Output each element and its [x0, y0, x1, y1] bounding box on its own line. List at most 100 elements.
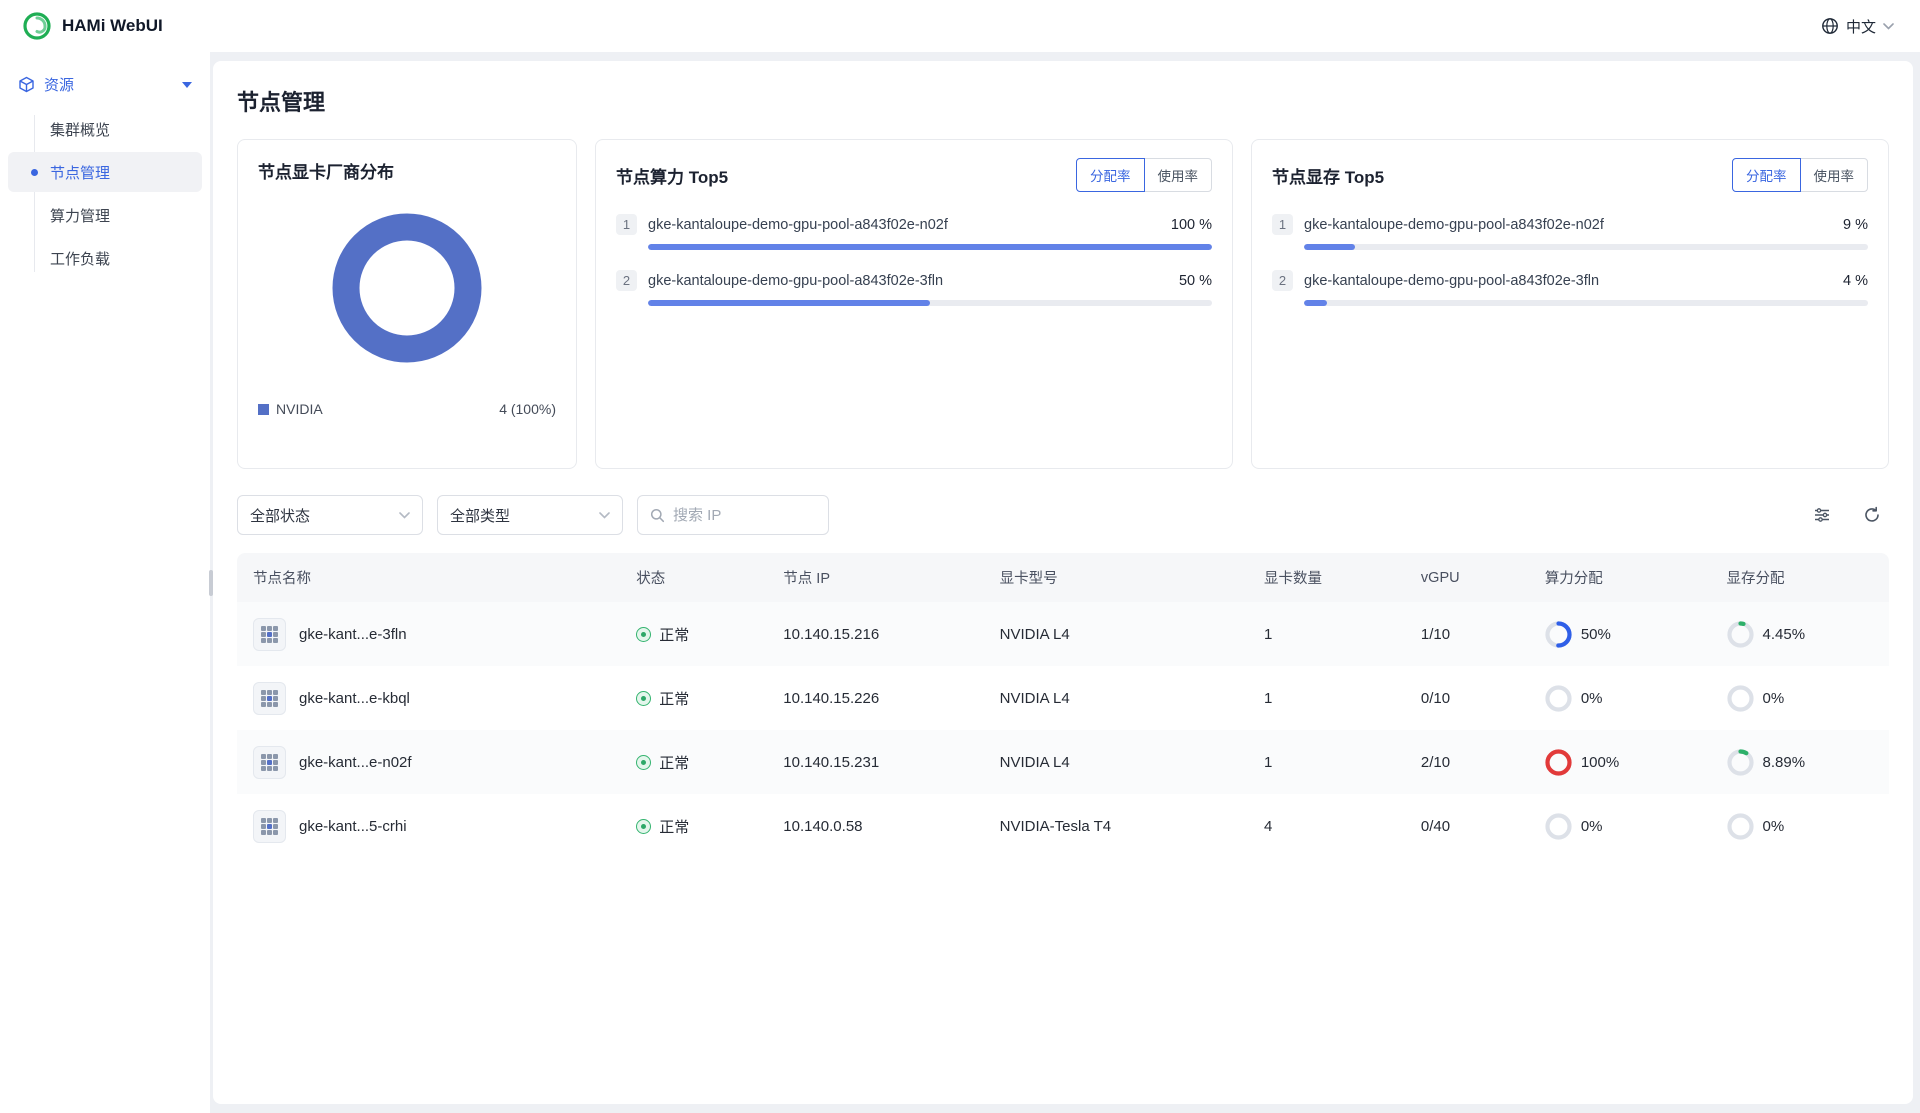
- gpu-count: 1: [1248, 690, 1405, 707]
- memory-percent: 8.89%: [1763, 754, 1806, 771]
- sidebar-item-label: 集群概览: [50, 119, 110, 140]
- node-icon: [253, 618, 286, 651]
- legend-value: 4 (100%): [499, 401, 556, 417]
- legend-swatch: [258, 404, 269, 415]
- gpu-model: NVIDIA L4: [984, 626, 1248, 643]
- main-layout: 资源 集群概览 节点管理 算力管理 工作负载: [0, 52, 1920, 1113]
- column-header: 显存分配: [1711, 553, 1889, 602]
- status-ok-icon: [636, 691, 651, 706]
- compute-metric-toggle: 分配率 使用率: [1076, 158, 1212, 192]
- node-name: gke-kantaloupe-demo-gpu-pool-a843f02e-3f…: [648, 273, 943, 289]
- sidebar-item-workloads[interactable]: 工作负载: [8, 238, 202, 278]
- toggle-usage-rate[interactable]: 使用率: [1800, 158, 1869, 192]
- vgpu-value: 1/10: [1405, 626, 1529, 643]
- compute-percent: 0%: [1581, 690, 1603, 707]
- hami-logo-icon: [22, 11, 52, 41]
- memory-percent: 0%: [1763, 818, 1785, 835]
- progress-track: [648, 300, 1212, 306]
- node-value: 4 %: [1843, 273, 1868, 289]
- status-ok-icon: [636, 819, 651, 834]
- progress-track: [1304, 300, 1868, 306]
- table-row[interactable]: gke-kant...e-kbql 正常 10.140.15.226 NVIDI…: [237, 666, 1889, 730]
- status-ok-icon: [636, 755, 651, 770]
- table-header-row: 节点名称 状态 节点 IP 显卡型号 显卡数量 vGPU 算力分配 显存分配: [237, 553, 1889, 602]
- column-settings-icon: [1813, 506, 1831, 524]
- sidebar-item-compute-management[interactable]: 算力管理: [8, 195, 202, 235]
- compute-top5-list: 1 gke-kantaloupe-demo-gpu-pool-a843f02e-…: [616, 214, 1212, 306]
- compute-percent: 100%: [1581, 754, 1619, 771]
- node-value: 9 %: [1843, 217, 1868, 233]
- chevron-down-icon: [399, 512, 410, 519]
- content-area: 节点管理 节点显卡厂商分布: [210, 52, 1920, 1113]
- node-name: gke-kant...e-kbql: [299, 690, 410, 707]
- compute-top5-card: 节点算力 Top5 分配率 使用率 1 gke-kantaloupe-demo-…: [595, 139, 1233, 469]
- sidebar-resize-handle[interactable]: [209, 570, 213, 596]
- sidebar-section-label: 资源: [44, 74, 74, 95]
- node-name: gke-kant...e-n02f: [299, 754, 412, 771]
- rank-badge: 2: [1272, 270, 1293, 291]
- status-badge: 正常: [659, 624, 689, 645]
- status-filter-select[interactable]: 全部状态: [237, 495, 423, 535]
- sidebar-section-resources[interactable]: 资源: [8, 64, 202, 105]
- progress-track: [1304, 244, 1868, 250]
- cube-icon: [18, 76, 35, 93]
- donut-legend: NVIDIA 4 (100%): [258, 401, 556, 417]
- sidebar-menu: 集群概览 节点管理 算力管理 工作负载: [8, 109, 202, 278]
- table-row[interactable]: gke-kant...e-3fln 正常 10.140.15.216 NVIDI…: [237, 602, 1889, 666]
- node-ip: 10.140.0.58: [767, 818, 983, 835]
- type-filter-select[interactable]: 全部类型: [437, 495, 623, 535]
- sidebar-item-cluster-overview[interactable]: 集群概览: [8, 109, 202, 149]
- compute-ring-chart: [1545, 813, 1572, 840]
- legend-label: NVIDIA: [276, 401, 323, 417]
- globe-icon: [1821, 17, 1839, 35]
- sidebar-item-label: 工作负载: [50, 248, 110, 269]
- app-root: HAMi WebUI 中文 资源: [0, 0, 1920, 1113]
- list-item: 2 gke-kantaloupe-demo-gpu-pool-a843f02e-…: [1272, 270, 1868, 306]
- column-header: 状态: [620, 553, 767, 602]
- search-ip-input[interactable]: [673, 507, 803, 524]
- node-ip: 10.140.15.226: [767, 690, 983, 707]
- progress-fill: [648, 300, 930, 306]
- search-box: [637, 495, 829, 535]
- progress-fill: [1304, 244, 1355, 250]
- column-header: 算力分配: [1529, 553, 1711, 602]
- list-item: 1 gke-kantaloupe-demo-gpu-pool-a843f02e-…: [616, 214, 1212, 250]
- sidebar: 资源 集群概览 节点管理 算力管理 工作负载: [0, 52, 210, 1113]
- rank-badge: 1: [616, 214, 637, 235]
- status-filter-value: 全部状态: [250, 505, 310, 526]
- table-row[interactable]: gke-kant...e-n02f 正常 10.140.15.231 NVIDI…: [237, 730, 1889, 794]
- page-title: 节点管理: [237, 85, 1889, 117]
- card-title: 节点显存 Top5: [1272, 163, 1384, 188]
- memory-ring-chart: [1727, 813, 1754, 840]
- compute-ring-chart: [1545, 621, 1572, 648]
- brand: HAMi WebUI: [22, 11, 163, 41]
- node-name: gke-kantaloupe-demo-gpu-pool-a843f02e-n0…: [1304, 217, 1604, 233]
- memory-ring-chart: [1727, 621, 1754, 648]
- caret-down-icon: [182, 82, 192, 88]
- column-settings-button[interactable]: [1805, 498, 1839, 532]
- gpu-count: 1: [1248, 754, 1405, 771]
- memory-percent: 4.45%: [1763, 626, 1806, 643]
- table-row[interactable]: gke-kant...5-crhi 正常 10.140.0.58 NVIDIA-…: [237, 794, 1889, 858]
- toggle-allocation-rate[interactable]: 分配率: [1732, 158, 1801, 192]
- column-header: 显卡数量: [1248, 553, 1405, 602]
- language-switcher[interactable]: 中文: [1821, 16, 1894, 37]
- filter-row: 全部状态 全部类型: [237, 495, 1889, 535]
- status-badge: 正常: [659, 688, 689, 709]
- vendor-distribution-card: 节点显卡厂商分布 NVIDIA 4 (100%): [237, 139, 577, 469]
- node-name: gke-kant...5-crhi: [299, 818, 407, 835]
- refresh-button[interactable]: [1855, 498, 1889, 532]
- toggle-allocation-rate[interactable]: 分配率: [1076, 158, 1145, 192]
- node-ip: 10.140.15.216: [767, 626, 983, 643]
- node-icon: [253, 746, 286, 779]
- vgpu-value: 0/40: [1405, 818, 1529, 835]
- toggle-usage-rate[interactable]: 使用率: [1144, 158, 1213, 192]
- progress-fill: [1304, 300, 1327, 306]
- column-header: vGPU: [1405, 556, 1529, 600]
- vendor-donut-chart: [332, 213, 482, 363]
- node-name: gke-kantaloupe-demo-gpu-pool-a843f02e-3f…: [1304, 273, 1599, 289]
- status-ok-icon: [636, 627, 651, 642]
- status-badge: 正常: [659, 752, 689, 773]
- sidebar-item-node-management[interactable]: 节点管理: [8, 152, 202, 192]
- memory-ring-chart: [1727, 749, 1754, 776]
